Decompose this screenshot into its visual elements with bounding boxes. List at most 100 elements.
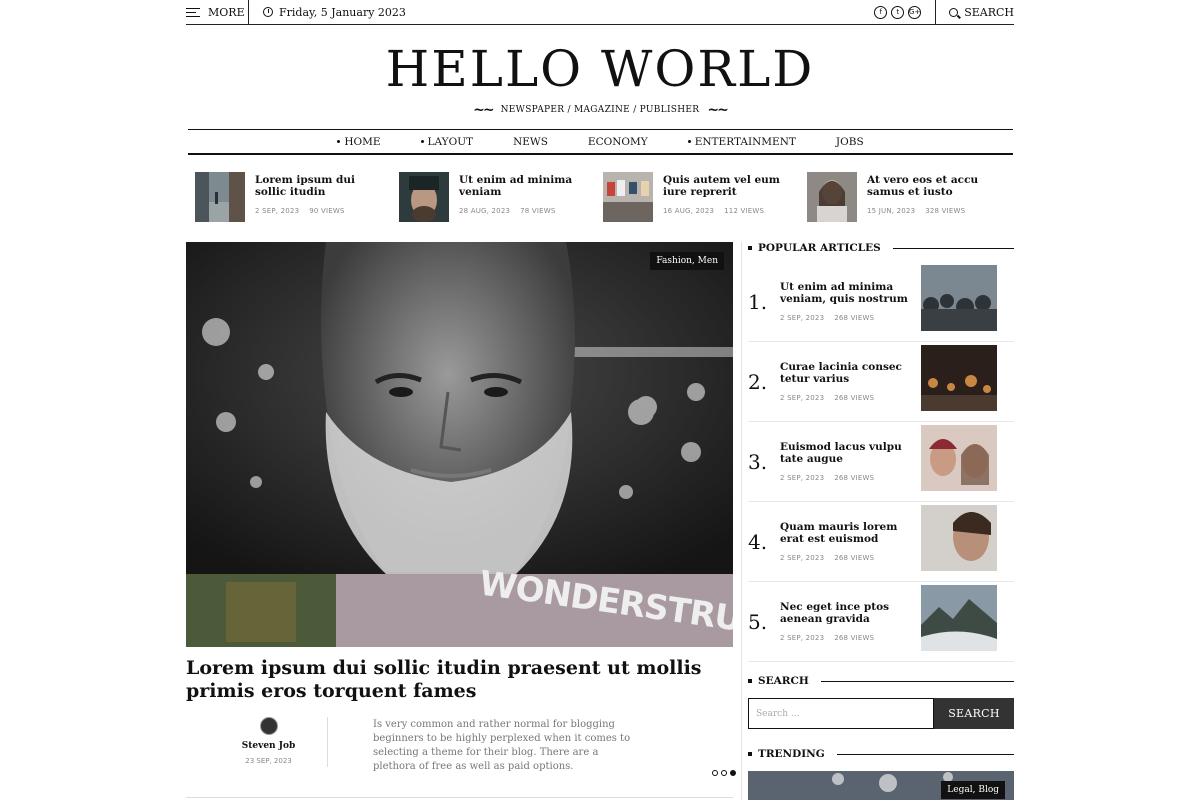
popular-title[interactable]: Euismod lacus vulpu tate augue <box>780 441 920 465</box>
slider-dot[interactable] <box>712 770 718 776</box>
search-heading: SEARCH <box>748 675 1014 687</box>
nav-item-jobs[interactable]: JOBS <box>816 136 884 148</box>
ticker-item[interactable]: Lorem ipsum dui sollic itudin 2 SEP, 202… <box>195 172 399 222</box>
nav-item-economy[interactable]: ECONOMY <box>568 136 668 148</box>
dropdown-dot-icon <box>337 140 341 143</box>
site-title[interactable]: HELLO WORLD <box>0 42 1200 96</box>
author-date: 23 SEP, 2023 <box>245 757 292 765</box>
popular-meta: 2 SEP, 2023 268 VIEWS <box>780 394 920 402</box>
ticker-date: 28 AUG, 2023 <box>459 207 511 215</box>
clock-icon <box>263 7 273 17</box>
bullet-icon <box>748 752 752 756</box>
popular-views: 268 VIEWS <box>834 394 875 402</box>
divider <box>892 247 1014 249</box>
popular-thumbnail[interactable] <box>921 585 997 651</box>
hero-title[interactable]: Lorem ipsum dui sollic itudin praesent u… <box>186 657 736 703</box>
popular-meta: 2 SEP, 2023 268 VIEWS <box>780 554 920 562</box>
divider <box>836 753 1014 755</box>
ticker-views: 78 VIEWS <box>520 207 556 215</box>
trending-image[interactable]: Legal, Blog <box>748 771 1014 800</box>
nav-label: HOME <box>344 135 381 148</box>
ticker-item[interactable]: Quis autem vel eum iure reprerit 16 AUG,… <box>603 172 807 222</box>
author-name[interactable]: Steven Job <box>210 741 327 751</box>
ticker-title[interactable]: Quis autem vel eum iure reprerit <box>663 174 793 198</box>
nav-item-layout[interactable]: LAYOUT <box>401 136 494 148</box>
popular-meta: 2 SEP, 2023 268 VIEWS <box>780 634 920 642</box>
ticker-title[interactable]: Ut enim ad minima veniam <box>459 174 589 198</box>
popular-thumbnail[interactable] <box>921 345 997 411</box>
search-button[interactable]: SEARCH <box>934 698 1014 729</box>
hero-category-tag[interactable]: Fashion, Men <box>650 252 724 270</box>
date-label: Friday, 5 January 2023 <box>279 5 406 19</box>
ticker-meta: 16 AUG, 2023 112 VIEWS <box>663 207 793 215</box>
google-plus-icon[interactable]: G+ <box>908 5 922 19</box>
current-date: Friday, 5 January 2023 <box>249 6 874 19</box>
column-divider <box>741 242 742 800</box>
ticker-date: 2 SEP, 2023 <box>255 207 300 215</box>
popular-views: 268 VIEWS <box>834 474 875 482</box>
list-item[interactable]: 5. Nec eget ince ptos aenean gravida 2 S… <box>748 582 1014 662</box>
popular-date: 2 SEP, 2023 <box>780 634 825 642</box>
bullet-icon <box>748 246 752 250</box>
slider-dot[interactable] <box>721 770 727 776</box>
popular-meta: 2 SEP, 2023 268 VIEWS <box>780 474 920 482</box>
ticker-date: 16 AUG, 2023 <box>663 207 715 215</box>
popular-heading-label: POPULAR ARTICLES <box>758 242 881 254</box>
nav-item-news[interactable]: NEWS <box>493 136 568 148</box>
rank-number: 4. <box>748 529 768 554</box>
hero-image[interactable]: WONDERSTRUCK Fashion, Men <box>186 242 733 647</box>
trending-heading-label: TRENDING <box>758 748 825 760</box>
ticker-thumbnail[interactable] <box>603 172 653 222</box>
more-menu-button[interactable]: MORE <box>186 0 249 25</box>
rank-number: 1. <box>748 289 768 314</box>
search-heading-label: SEARCH <box>758 675 809 687</box>
ticker-meta: 28 AUG, 2023 78 VIEWS <box>459 207 589 215</box>
popular-thumbnail[interactable] <box>921 425 997 491</box>
bullet-icon <box>748 679 752 683</box>
hero-excerpt: Is very common and rather normal for blo… <box>373 719 631 772</box>
popular-title[interactable]: Curae lacinia consec tetur varius <box>780 361 920 385</box>
popular-views: 268 VIEWS <box>834 634 875 642</box>
popular-meta: 2 SEP, 2023 268 VIEWS <box>780 314 920 322</box>
nav-label: LAYOUT <box>427 135 474 148</box>
ticker-thumbnail[interactable] <box>399 172 449 222</box>
facebook-icon[interactable]: f <box>874 5 888 19</box>
masthead: HELLO WORLD ~~ NEWSPAPER / MAGAZINE / PU… <box>0 42 1200 118</box>
ornament-icon: ~~ <box>473 102 495 118</box>
popular-thumbnail[interactable] <box>921 265 997 331</box>
list-item[interactable]: 3. Euismod lacus vulpu tate augue 2 SEP,… <box>748 422 1014 502</box>
popular-title[interactable]: Quam mauris lorem erat est euismod <box>780 521 920 545</box>
popular-title[interactable]: Nec eget ince ptos aenean gravida <box>780 601 920 625</box>
divider <box>186 797 733 798</box>
tagline-row: ~~ NEWSPAPER / MAGAZINE / PUBLISHER ~~ <box>0 102 1200 118</box>
nav-item-home[interactable]: HOME <box>317 136 400 148</box>
popular-thumbnail[interactable] <box>921 505 997 571</box>
trending-category-tag[interactable]: Legal, Blog <box>941 781 1005 799</box>
nav-label: ENTERTAINMENT <box>694 135 796 148</box>
search-icon <box>949 7 959 17</box>
list-item[interactable]: 2. Curae lacinia consec tetur varius 2 S… <box>748 342 1014 422</box>
ticker-item[interactable]: Ut enim ad minima veniam 28 AUG, 2023 78 … <box>399 172 603 222</box>
slider-dot-active[interactable] <box>730 770 736 776</box>
rank-number: 2. <box>748 369 768 394</box>
popular-date: 2 SEP, 2023 <box>780 394 825 402</box>
ticker-thumbnail[interactable] <box>807 172 857 222</box>
ticker-item[interactable]: At vero eos et accu samus et iusto 15 JU… <box>807 172 1011 222</box>
search-input[interactable] <box>748 698 934 729</box>
list-item[interactable]: 4. Quam mauris lorem erat est euismod 2 … <box>748 502 1014 582</box>
dropdown-dot-icon <box>687 140 691 143</box>
list-item[interactable]: 1. Ut enim ad minima veniam, quis nostru… <box>748 262 1014 342</box>
top-search-button[interactable]: SEARCH <box>936 6 1014 19</box>
ticker-title[interactable]: Lorem ipsum dui sollic itudin <box>255 174 385 198</box>
ticker-thumbnail[interactable] <box>195 172 245 222</box>
ticker-date: 15 JUN, 2023 <box>867 207 916 215</box>
popular-title[interactable]: Ut enim ad minima veniam, quis nostrum <box>780 281 920 305</box>
popular-list: 1. Ut enim ad minima veniam, quis nostru… <box>748 262 1014 662</box>
ticker-title[interactable]: At vero eos et accu samus et iusto <box>867 174 997 198</box>
twitter-icon[interactable]: t <box>891 5 905 19</box>
nav-label: JOBS <box>835 135 864 148</box>
ticker-views: 90 VIEWS <box>309 207 345 215</box>
nav-item-entertainment[interactable]: ENTERTAINMENT <box>668 136 816 148</box>
ticker-meta: 2 SEP, 2023 90 VIEWS <box>255 207 385 215</box>
avatar[interactable] <box>259 717 278 735</box>
